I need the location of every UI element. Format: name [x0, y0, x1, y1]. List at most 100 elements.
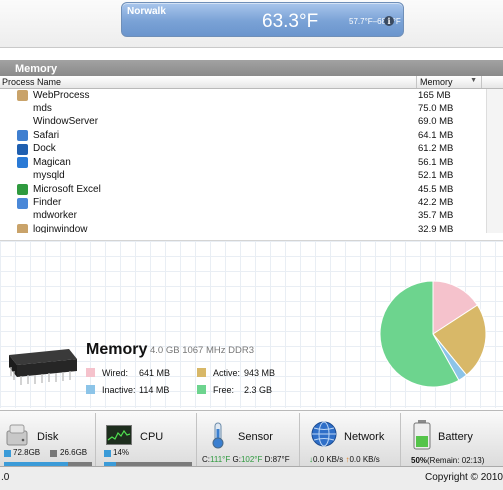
network-download: 0.0 KB/s	[313, 455, 344, 464]
safari-icon	[17, 130, 28, 142]
memory-panel-title: Memory	[0, 60, 503, 76]
process-row[interactable]: mds 75.0 MB	[0, 102, 503, 115]
sensor-label: Sensor	[238, 431, 273, 443]
legend-wired: Wired: 641 MB	[86, 368, 186, 378]
excel-icon	[17, 184, 28, 196]
process-list-scrollbar[interactable]	[486, 89, 503, 233]
process-row[interactable]: mysqld 52.1 MB	[0, 170, 503, 183]
process-row[interactable]: loginwindow 32.9 MB	[0, 223, 503, 233]
inactive-swatch	[86, 385, 95, 394]
process-memory: 69.0 MB	[418, 116, 454, 128]
sensor-d-value: 87°F	[272, 455, 290, 464]
dock-icon	[17, 143, 28, 155]
memory-dashboard: Memory 4.0 GB 1067 MHz DDR3 Wired: 641 M…	[0, 240, 503, 408]
process-list: WebProcess 165 MB mds 75.0 MB WindowServer 69…	[0, 89, 503, 233]
process-name: loginwindow	[33, 223, 88, 233]
active-swatch	[197, 368, 206, 377]
process-table-header: Process Name Memory ▼	[0, 76, 503, 89]
info-icon[interactable]: i	[384, 16, 394, 26]
process-row[interactable]: Microsoft Excel 45.5 MB	[0, 183, 503, 196]
column-memory[interactable]: Memory ▼	[416, 76, 482, 88]
process-name: WindowServer	[33, 116, 99, 128]
free-value: 2.3 GB	[244, 385, 273, 395]
process-memory: 64.1 MB	[418, 129, 454, 141]
process-row[interactable]: Dock 61.2 MB	[0, 143, 503, 156]
weather-widget[interactable]: Norwalk 63.3°F 57.7°F–68.9°F i	[121, 2, 404, 37]
process-memory: 75.0 MB	[418, 102, 454, 114]
process-memory: 45.5 MB	[418, 183, 454, 195]
process-row[interactable]: mdworker 35.7 MB	[0, 210, 503, 223]
sensor-readings: C:111°F G:102°F D:87°F	[202, 455, 290, 464]
disk-label: Disk	[37, 431, 59, 443]
process-memory: 61.2 MB	[418, 143, 454, 155]
toolbar-network[interactable]: Network ↓0.0 KB/s ↑0.0 KB/s	[304, 413, 401, 466]
process-memory: 35.7 MB	[418, 210, 454, 222]
active-value: 943 MB	[244, 368, 276, 378]
cpu-usage-fill	[104, 462, 117, 466]
process-name: Dock	[33, 143, 56, 155]
version-text: .0	[1, 472, 10, 483]
memory-title: Memory	[86, 341, 148, 358]
free-label: Free:	[213, 385, 235, 395]
toolbar-sensor[interactable]: Sensor C:111°F G:102°F D:87°F	[201, 413, 300, 466]
legend-free: Free: 2.3 GB	[197, 385, 297, 395]
sort-descending-icon[interactable]: ▼	[470, 77, 477, 84]
disk-icon	[6, 424, 28, 446]
process-name: mysqld	[33, 170, 65, 182]
process-row[interactable]: WindowServer 69.0 MB	[0, 116, 503, 129]
disk-used: 72.8GB	[13, 448, 41, 457]
process-memory: 165 MB	[418, 89, 451, 101]
globe-icon	[311, 421, 337, 447]
disk-usage-fill	[4, 462, 69, 466]
thermometer-icon	[212, 422, 224, 449]
process-memory: 42.2 MB	[418, 197, 454, 208]
network-rates: ↓0.0 KB/s ↑0.0 KB/s	[309, 455, 380, 464]
process-row[interactable]: Safari 64.1 MB	[0, 129, 503, 142]
column-memory-label: Memory	[420, 77, 453, 87]
process-row[interactable]: WebProcess 165 MB	[0, 89, 503, 102]
inactive-value: 114 MB	[139, 385, 170, 395]
cpu-usage: 14%	[113, 448, 130, 457]
toolbar-disk[interactable]: Disk 72.8GB 26.6GB	[0, 413, 96, 466]
cpu-label: CPU	[140, 431, 164, 443]
process-row[interactable]: Magican 56.1 MB	[0, 156, 503, 169]
sensor-c-value: 111°F	[210, 455, 231, 464]
process-row[interactable]: Finder 42.2 MB	[0, 197, 503, 210]
process-name: mds	[33, 102, 52, 114]
wired-swatch	[86, 368, 95, 377]
process-name: Microsoft Excel	[33, 183, 101, 195]
toolbar-cpu[interactable]: CPU 14%	[100, 413, 197, 466]
process-name: WebProcess	[33, 89, 90, 101]
weather-temperature: 63.3°F	[262, 11, 319, 32]
disk-usage-bar	[4, 462, 92, 466]
status-bar: .0 Copyright © 2010	[0, 467, 503, 490]
battery-icon	[413, 420, 431, 450]
sensor-g-value: 102°F	[240, 455, 263, 464]
disk-free: 26.6GB	[60, 448, 88, 457]
magican-icon	[17, 157, 28, 169]
wired-label: Wired:	[102, 368, 129, 378]
disk-used-swatch	[4, 450, 11, 457]
sensor-g-label: G:	[232, 455, 241, 464]
process-memory: 32.9 MB	[418, 223, 454, 233]
network-upload: 0.0 KB/s	[349, 455, 380, 464]
process-name: Finder	[33, 197, 62, 208]
cpu-usage-bar	[104, 462, 192, 466]
battery-label: Battery	[438, 431, 473, 443]
toolbar-battery[interactable]: Battery 50%(Remain: 02:13)	[405, 413, 503, 466]
bottom-toolbar: Disk 72.8GB 26.6GB CPU 14% Sensor C:111°…	[0, 410, 503, 467]
memory-spec: 4.0 GB 1067 MHz DDR3	[150, 345, 255, 356]
finder-icon	[17, 197, 28, 209]
weather-header: Norwalk 63.3°F 57.7°F–68.9°F i	[0, 0, 503, 48]
column-process-name[interactable]: Process Name	[2, 77, 61, 87]
sensor-d-label: D:	[264, 455, 273, 464]
process-name: Safari	[33, 129, 60, 141]
disk-free-swatch	[50, 450, 57, 457]
free-swatch	[197, 385, 206, 394]
cpu-usage-swatch	[104, 450, 111, 457]
battery-percent: 50%	[411, 456, 428, 465]
process-memory: 56.1 MB	[418, 156, 454, 168]
loginwindow-icon	[17, 224, 28, 233]
memory-pie-chart	[379, 280, 487, 388]
weather-city: Norwalk	[127, 6, 166, 17]
